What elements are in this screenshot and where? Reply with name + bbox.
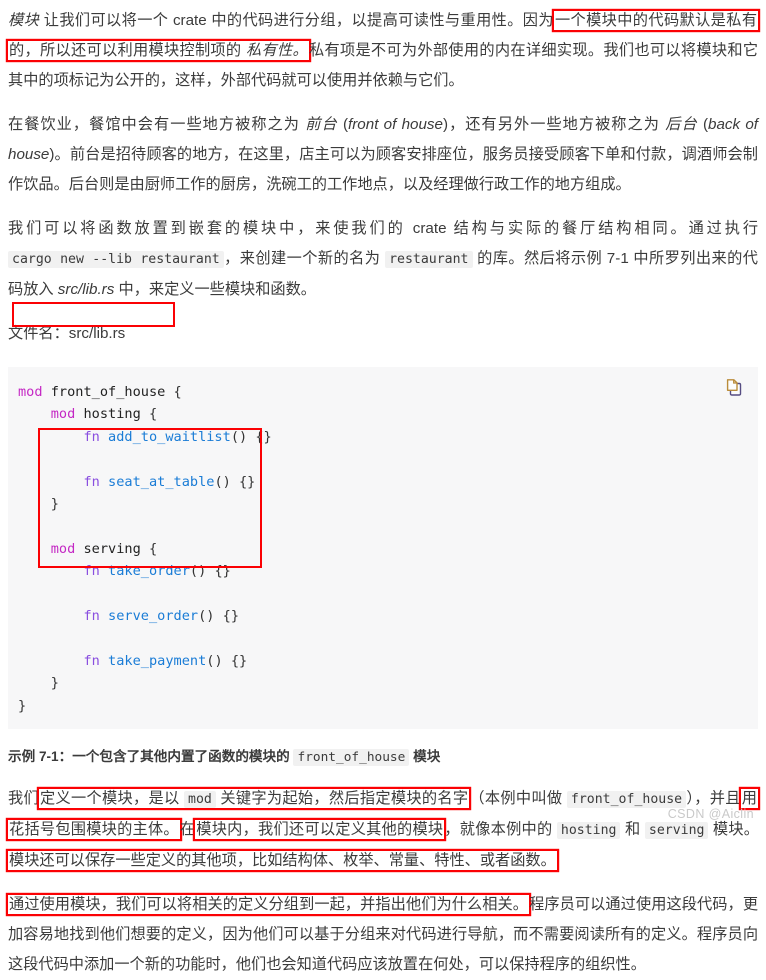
- p3-text-a: 我们可以将函数放置到嵌套的模块中，来使我们的 crate 结构与实际的餐厅结构相…: [8, 220, 758, 237]
- paragraph-cargo-new: 我们可以将函数放置到嵌套的模块中，来使我们的 crate 结构与实际的餐厅结构相…: [8, 214, 758, 305]
- p2-text-b: (: [337, 116, 349, 133]
- csdn-watermark: CSDN @Aiclin: [667, 807, 754, 821]
- inline-code-front-of-house-2: front_of_house: [566, 791, 687, 809]
- p4-text-i: ，就像本例中的: [444, 821, 557, 839]
- article-page: 模块 让我们可以将一个 crate 中的代码进行分组，以提高可读性与重用性。因为…: [0, 0, 766, 973]
- term-front-of-house-cn: 前台: [305, 116, 338, 133]
- p4-text-k: 模块。: [708, 821, 759, 839]
- p1-text-a: 让我们可以将一个 crate 中的代码进行分组，以提高可读性与重用性。因为: [39, 12, 554, 29]
- p4-text-j: 和: [620, 821, 645, 839]
- paragraph-grouping-benefits: 通过使用模块，我们可以将相关的定义分组到一起，并指出他们为什么相关。程序员可以通…: [8, 890, 758, 980]
- p4-text-e: ），并且: [686, 790, 741, 808]
- term-module: 模块: [8, 12, 40, 29]
- caption-text-b: 模块: [409, 749, 441, 765]
- p4-highlight-c: 关键字为起始，然后指定模块的名字: [215, 790, 469, 808]
- annotation-highlight-nested-modules: 模块内，我们还可以定义其他的模块: [196, 821, 444, 839]
- caption-text-a: 示例 7-1：一个包含了其他内置了函数的模块的: [8, 749, 294, 765]
- term-back-of-house-cn: 后台: [665, 116, 698, 133]
- paragraph-restaurant-analogy: 在餐饮业，餐馆中会有一些地方被称之为 前台 (front of house)，还…: [8, 110, 758, 200]
- code-block: mod front_of_house { mod hosting { fn ad…: [8, 367, 758, 730]
- inline-code-mod: mod: [184, 791, 216, 809]
- p2-text-a: 在餐饮业，餐馆中会有一些地方被称之为: [8, 116, 306, 133]
- p4-text-d: （本例中叫做: [469, 790, 567, 808]
- figure-caption: 示例 7-1：一个包含了其他内置了函数的模块的 front_of_house 模…: [8, 745, 758, 770]
- annotation-highlight-define-module: 定义一个模块，是以 mod 关键字为起始，然后指定模块的名字: [39, 789, 469, 809]
- inline-code-front-of-house: front_of_house: [293, 749, 410, 767]
- annotation-highlight-other-items: 模块还可以保存一些定义的其他项，比如结构体、枚举、常量、特性、或者函数。: [9, 852, 556, 870]
- p4-text-a: 我们: [8, 790, 39, 808]
- annotation-highlight-grouping: 通过使用模块，我们可以将相关的定义分组到一起，并指出他们为什么相关。: [9, 896, 529, 914]
- copy-icon[interactable]: [724, 377, 744, 397]
- inline-code-serving: serving: [644, 822, 709, 840]
- inline-code-restaurant: restaurant: [385, 251, 473, 268]
- inline-code-cargo-new: cargo new --lib restaurant: [8, 251, 224, 268]
- p3-text-d: 中，来定义一些模块和函数。: [114, 281, 316, 298]
- p4-text-g: 在: [179, 821, 196, 839]
- inline-code-hosting: hosting: [556, 822, 621, 840]
- p3-text-b: ，来创建一个新的名为: [223, 250, 386, 267]
- p1-highlight-italic: 私有性。: [245, 42, 308, 59]
- path-src-lib-rs: src/lib.rs: [57, 281, 115, 298]
- paragraph-module-definition: 我们定义一个模块，是以 mod 关键字为起始，然后指定模块的名字（本例中叫做 f…: [8, 784, 759, 876]
- p2-text-c: )，还有另外一些地方被称之为: [442, 116, 666, 133]
- p2-text-d: (: [697, 116, 708, 133]
- p2-text-e: )。前台是招待顾客的地方，在这里，店主可以为顾客安排座位，服务员接受顾客下单和付…: [8, 146, 758, 193]
- p4-highlight-b: 定义一个模块，是以: [40, 790, 185, 808]
- paragraph-modules-intro: 模块 让我们可以将一个 crate 中的代码进行分组，以提高可读性与重用性。因为…: [8, 0, 758, 96]
- term-front-of-house-en: front of house: [348, 116, 443, 133]
- code-content: mod front_of_house { mod hosting { fn ad…: [18, 384, 272, 714]
- filename-label: 文件名：src/lib.rs: [8, 325, 126, 342]
